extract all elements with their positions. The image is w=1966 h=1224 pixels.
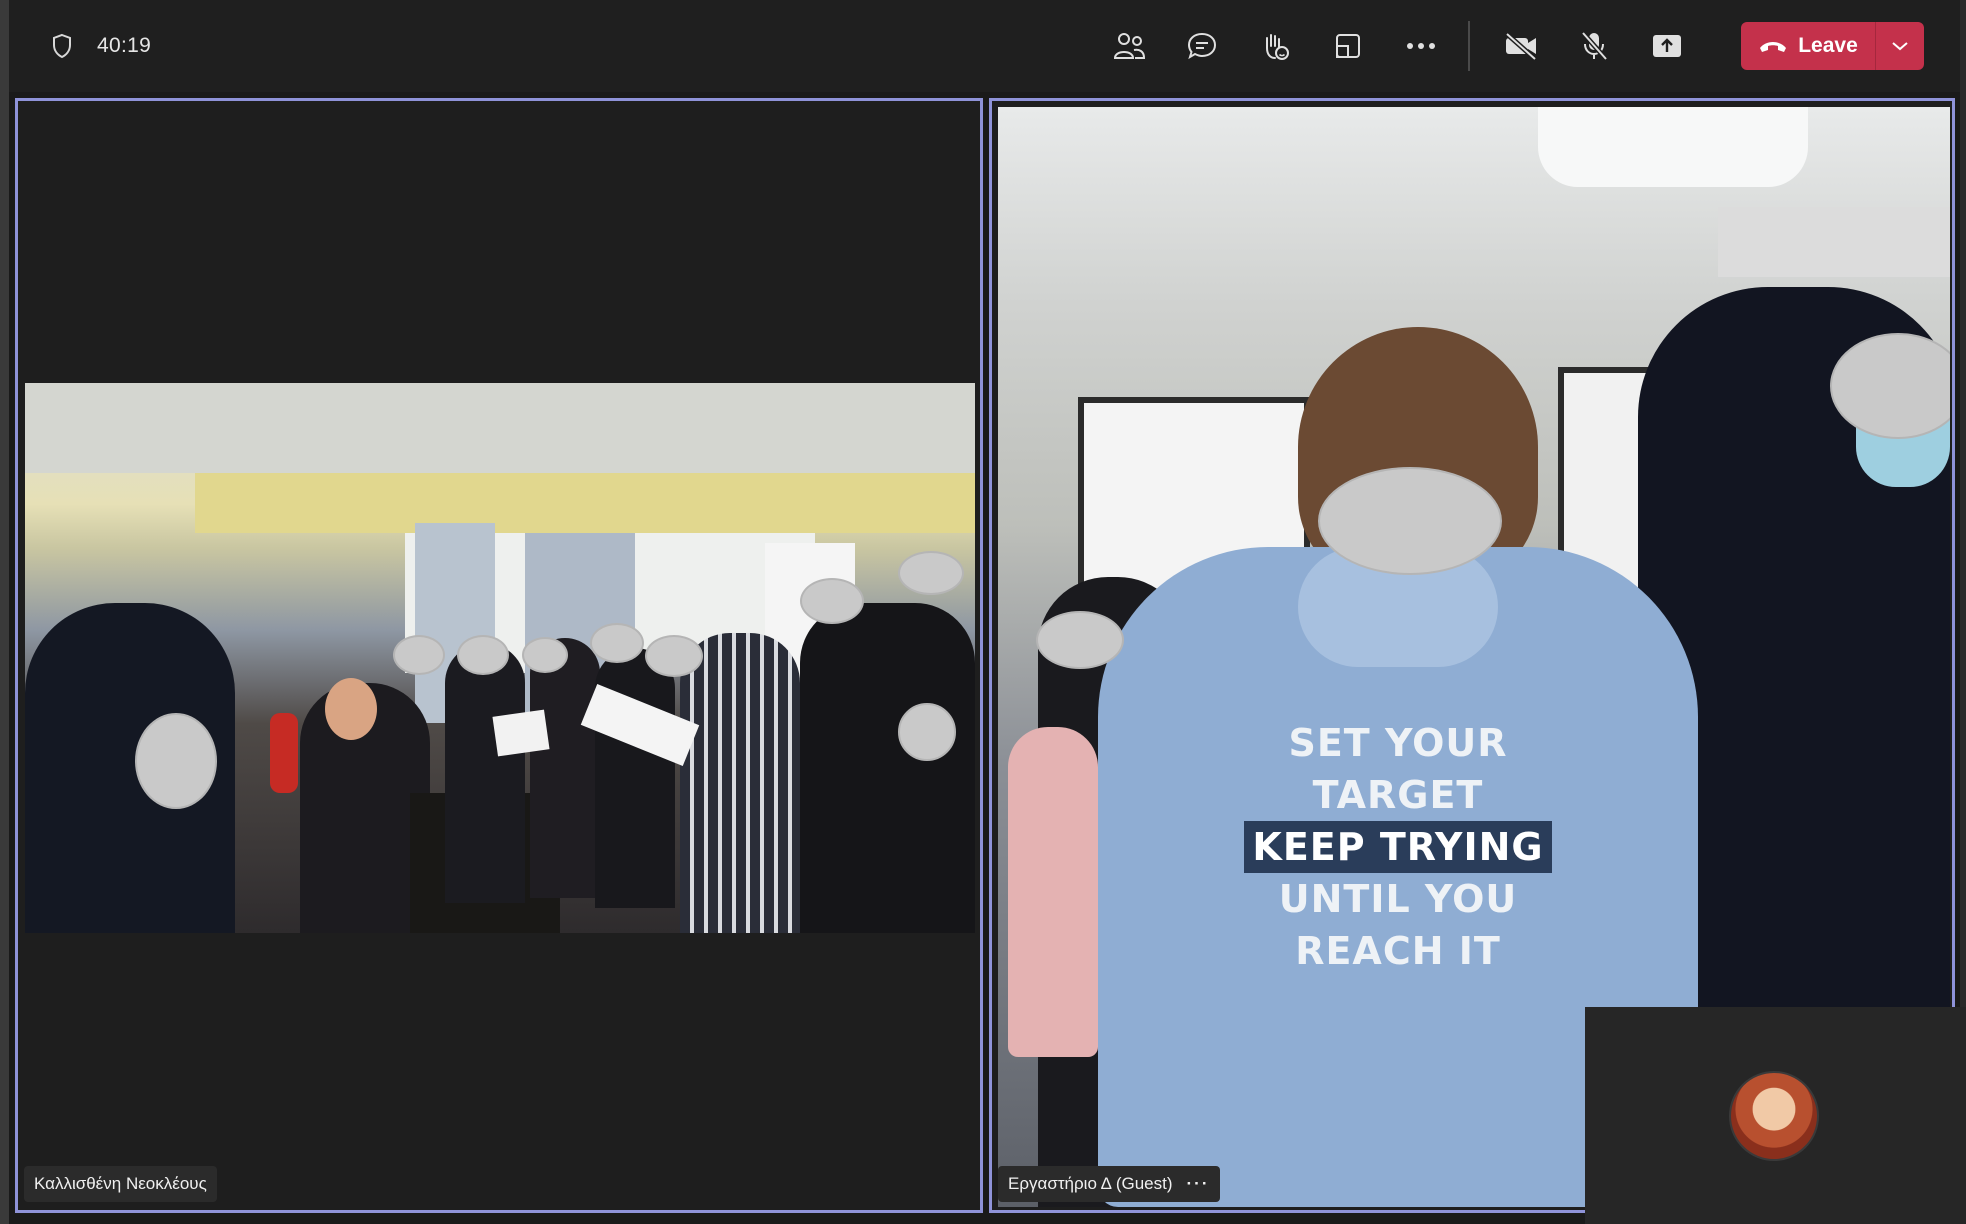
mic-toggle-button[interactable] (1565, 22, 1623, 70)
video-wall (195, 473, 975, 533)
people-button[interactable] (1100, 22, 1158, 70)
face-blur (1036, 611, 1124, 669)
hang-up-icon (1760, 42, 1787, 52)
rooms-icon (1336, 34, 1360, 58)
more-icon (1407, 43, 1435, 49)
mic-off-icon (1581, 31, 1608, 61)
hoodie-line: REACH IT (1295, 929, 1501, 973)
meeting-toolbar (1100, 21, 1711, 71)
video-ceiling (25, 383, 975, 473)
face-blur (800, 578, 864, 624)
video-sheet (492, 709, 550, 757)
hoodie-line: TARGET (1312, 773, 1484, 817)
window-left-edge (0, 0, 9, 1224)
participant-name: Εργαστήριο Δ (Guest) (1008, 1174, 1173, 1193)
camera-off-icon (1505, 32, 1537, 61)
video-person (530, 638, 600, 898)
face-blur (457, 635, 509, 675)
video-face (325, 678, 377, 740)
participant-name-tag: Εργαστήριο Δ (Guest) ··· (998, 1166, 1220, 1202)
face-blur (135, 713, 217, 809)
face-blur (898, 703, 956, 761)
hoodie-line-highlight: KEEP TRYING (1244, 821, 1552, 873)
share-button[interactable] (1638, 22, 1696, 70)
participant-more-button[interactable]: ··· (1187, 1174, 1210, 1194)
meeting-info: 40:19 (51, 28, 151, 64)
face-blur (1318, 467, 1502, 575)
chat-icon (1187, 32, 1217, 60)
hoodie-line: SET YOUR (1288, 721, 1508, 765)
video-person (1008, 727, 1098, 1057)
video-person (800, 603, 975, 933)
leave-button[interactable]: Leave (1741, 22, 1875, 70)
toolbar-divider (1468, 21, 1470, 71)
reactions-icon (1266, 34, 1289, 60)
hoodie-print: SET YOUR TARGET KEEP TRYING UNTIL YOU RE… (1218, 717, 1578, 977)
shield-icon[interactable] (51, 33, 73, 59)
participant-video-left (25, 383, 975, 933)
video-ac-unit (1718, 207, 1950, 277)
video-light (1538, 107, 1808, 187)
camera-toggle-button[interactable] (1492, 22, 1550, 70)
leave-options-button[interactable] (1875, 22, 1924, 70)
rooms-button[interactable] (1319, 22, 1377, 70)
teams-meeting-window: 40:19 Leave Καλλισθένη Νεοκλέους SET YOU… (0, 0, 1966, 1224)
face-blur (645, 635, 703, 677)
hoodie-line: UNTIL YOU (1278, 877, 1518, 921)
leave-label: Leave (1798, 34, 1858, 57)
video-person (445, 643, 525, 903)
video-fire-extinguisher (270, 713, 298, 793)
leave-control: Leave (1741, 22, 1924, 70)
chevron-down-icon (1892, 42, 1908, 51)
reactions-button[interactable] (1246, 22, 1304, 70)
participant-name-tag: Καλλισθένη Νεοκλέους (24, 1166, 217, 1202)
self-view-tile[interactable] (1585, 1007, 1966, 1224)
face-blur (898, 551, 964, 595)
self-avatar (1729, 1071, 1819, 1161)
face-blur (590, 623, 644, 663)
face-blur (522, 637, 568, 673)
participant-tile-left[interactable]: Καλλισθένη Νεοκλέους (15, 98, 983, 1213)
people-icon (1113, 33, 1146, 59)
face-blur (393, 635, 445, 675)
more-actions-button[interactable] (1392, 22, 1450, 70)
share-icon (1653, 35, 1681, 57)
chat-button[interactable] (1173, 22, 1231, 70)
participant-name: Καλλισθένη Νεοκλέους (34, 1174, 207, 1193)
video-person (680, 633, 800, 933)
meeting-timer: 40:19 (97, 34, 152, 57)
